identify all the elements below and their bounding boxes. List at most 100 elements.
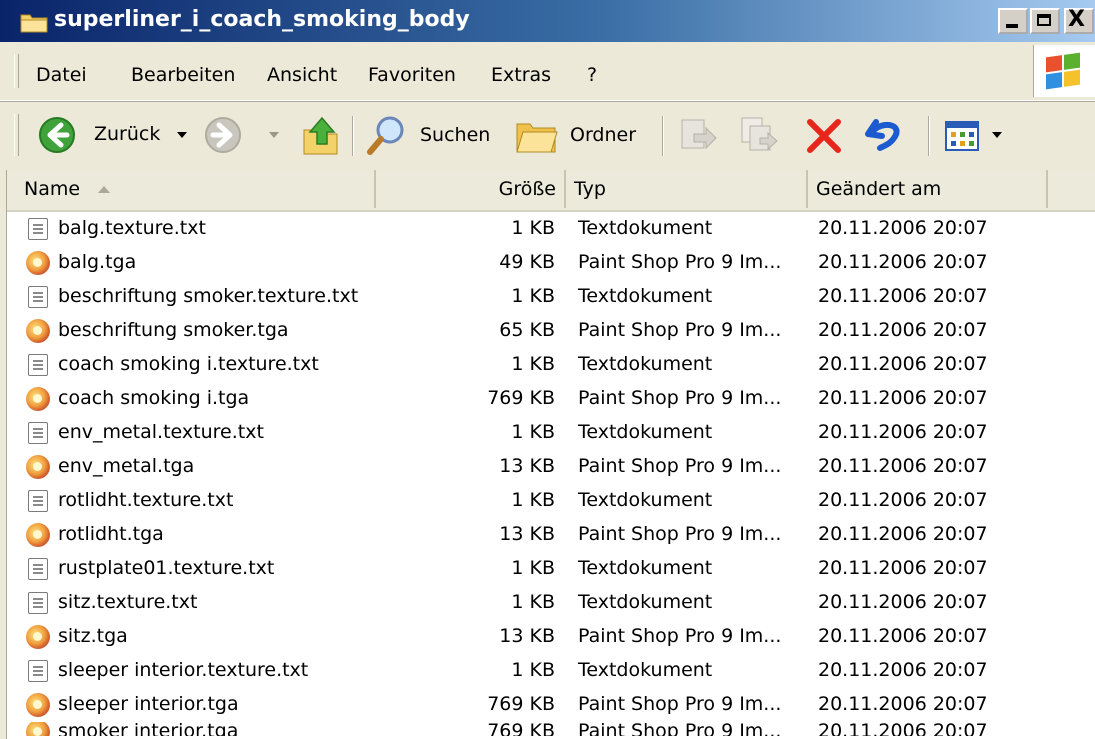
move-to-button[interactable] (676, 114, 720, 158)
copy-to-button[interactable] (738, 114, 782, 158)
column-header-name[interactable]: Name (16, 170, 376, 208)
file-modified: 20.11.2006 20:07 (818, 557, 988, 579)
file-modified: 20.11.2006 20:07 (818, 659, 988, 681)
file-size: 49 KB (499, 251, 555, 273)
file-name: env_metal.tga (58, 455, 195, 477)
toolbar-grip[interactable] (14, 114, 19, 156)
file-row[interactable]: env_metal.texture.txt 1 KB Textdokument 20.… (0, 416, 1095, 450)
file-modified: 20.11.2006 20:07 (818, 387, 988, 409)
delete-icon (807, 119, 841, 153)
close-icon: X (1068, 7, 1085, 32)
column-type-label: Typ (574, 178, 606, 200)
file-name: sitz.tga (58, 625, 128, 647)
text-file-icon (28, 490, 48, 512)
menu-datei[interactable]: Datei (36, 64, 87, 86)
folder-icon (20, 14, 48, 33)
file-type: Textdokument (578, 557, 713, 579)
file-row[interactable]: env_metal.tga 13 KB Paint Shop Pro 9 Im...… (0, 450, 1095, 484)
file-size: 1 KB (511, 421, 555, 443)
file-modified: 20.11.2006 20:07 (818, 591, 988, 613)
file-name: balg.tga (58, 251, 137, 273)
file-type: Paint Shop Pro 9 Im... (578, 455, 782, 477)
image-file-icon (26, 722, 50, 736)
menu-favoriten[interactable]: Favoriten (368, 64, 456, 86)
views-dropdown-arrow[interactable] (992, 132, 1002, 138)
file-type: Textdokument (578, 217, 713, 239)
file-type: Paint Shop Pro 9 Im... (578, 625, 782, 647)
back-dropdown-arrow[interactable] (177, 132, 187, 138)
text-file-icon (28, 558, 48, 580)
file-type: Paint Shop Pro 9 Im... (578, 693, 782, 715)
search-button[interactable]: Suchen (366, 114, 500, 158)
file-row[interactable]: smoker interior.tga 769 KB Paint Shop Pro … (0, 722, 1095, 736)
file-row[interactable]: rotlidht.tga 13 KB Paint Shop Pro 9 Im... 2… (0, 518, 1095, 552)
search-label: Suchen (420, 124, 491, 146)
file-name: rustplate01.texture.txt (58, 557, 275, 579)
file-size: 1 KB (511, 489, 555, 511)
file-row[interactable]: rotlidht.texture.txt 1 KB Textdokument 20.1… (0, 484, 1095, 518)
maximize-button[interactable] (1030, 8, 1060, 34)
text-file-icon (28, 286, 48, 308)
undo-button[interactable] (864, 114, 908, 158)
file-size: 1 KB (511, 591, 555, 613)
folders-label: Ordner (570, 124, 637, 146)
delete-button[interactable] (802, 114, 846, 158)
file-name: sitz.texture.txt (58, 591, 198, 613)
menu-extras[interactable]: Extras (491, 64, 551, 86)
toolbar-separator (928, 116, 930, 156)
file-size: 1 KB (511, 217, 555, 239)
up-folder-icon (303, 116, 338, 155)
file-row[interactable]: coach smoking i.texture.txt 1 KB Textdokum… (0, 348, 1095, 382)
file-type: Paint Shop Pro 9 Im... (578, 387, 782, 409)
file-type: Paint Shop Pro 9 Im... (578, 319, 782, 341)
close-button[interactable]: X (1064, 7, 1094, 34)
file-type: Paint Shop Pro 9 Im... (578, 523, 782, 545)
file-row[interactable]: coach smoking i.tga 769 KB Paint Shop Pro … (0, 382, 1095, 416)
minimize-button[interactable] (998, 8, 1028, 34)
column-header-size[interactable]: Größe (376, 170, 566, 208)
file-row[interactable]: sleeper interior.tga 769 KB Paint Shop Pro… (0, 688, 1095, 722)
file-row[interactable]: beschriftung smoker.texture.txt 1 KB Textd… (0, 280, 1095, 314)
up-button[interactable] (300, 112, 342, 158)
file-name: rotlidht.texture.txt (58, 489, 234, 511)
menu-bearbeiten[interactable]: Bearbeiten (131, 64, 235, 86)
file-size: 1 KB (511, 353, 555, 375)
forward-dropdown-arrow[interactable] (269, 132, 279, 138)
image-file-icon (26, 625, 50, 649)
file-row[interactable]: beschriftung smoker.tga 65 KB Paint Shop P… (0, 314, 1095, 348)
column-header-type[interactable]: Typ (566, 170, 808, 208)
file-row[interactable]: sitz.tga 13 KB Paint Shop Pro 9 Im... 20.11… (0, 620, 1095, 654)
file-modified: 20.11.2006 20:07 (818, 421, 988, 443)
window-title: superliner_i_coach_smoking_body (54, 7, 470, 32)
file-type: Textdokument (578, 285, 713, 307)
file-size: 769 KB (487, 693, 555, 715)
file-size: 1 KB (511, 285, 555, 307)
file-row[interactable]: sitz.texture.txt 1 KB Textdokument 20.11.20… (0, 586, 1095, 620)
image-file-icon (26, 319, 50, 343)
menu-ansicht[interactable]: Ansicht (267, 64, 337, 86)
column-modified-label: Geändert am (816, 178, 942, 200)
file-row[interactable]: balg.tga 49 KB Paint Shop Pro 9 Im... 20.11… (0, 246, 1095, 280)
file-size: 1 KB (511, 659, 555, 681)
file-size: 1 KB (511, 557, 555, 579)
file-modified: 20.11.2006 20:07 (818, 523, 988, 545)
file-name: rotlidht.tga (58, 523, 164, 545)
text-file-icon (28, 592, 48, 614)
file-type: Paint Shop Pro 9 Im... (578, 251, 782, 273)
minimize-icon (1006, 24, 1018, 28)
menu-bar: Datei Bearbeiten Ansicht Favoriten Extra… (0, 42, 1095, 101)
column-header-modified[interactable]: Geändert am (808, 170, 1048, 208)
file-name: coach smoking i.tga (58, 387, 250, 409)
toolbar-separator (352, 116, 354, 156)
file-modified: 20.11.2006 20:07 (818, 693, 988, 715)
file-row[interactable]: sleeper interior.texture.txt 1 KB Textdoku… (0, 654, 1095, 688)
file-row[interactable]: balg.texture.txt 1 KB Textdokument 20.11.20… (0, 212, 1095, 246)
menu-help[interactable]: ? (587, 64, 597, 86)
forward-button[interactable] (204, 116, 244, 156)
title-bar[interactable]: superliner_i_coach_smoking_body X (0, 0, 1095, 42)
file-modified: 20.11.2006 20:07 (818, 251, 988, 273)
menu-grip[interactable] (14, 54, 19, 88)
back-button[interactable]: Zurück (38, 116, 188, 156)
file-row[interactable]: rustplate01.texture.txt 1 KB Textdokument 2… (0, 552, 1095, 586)
folders-button[interactable]: Ordner (514, 114, 650, 158)
